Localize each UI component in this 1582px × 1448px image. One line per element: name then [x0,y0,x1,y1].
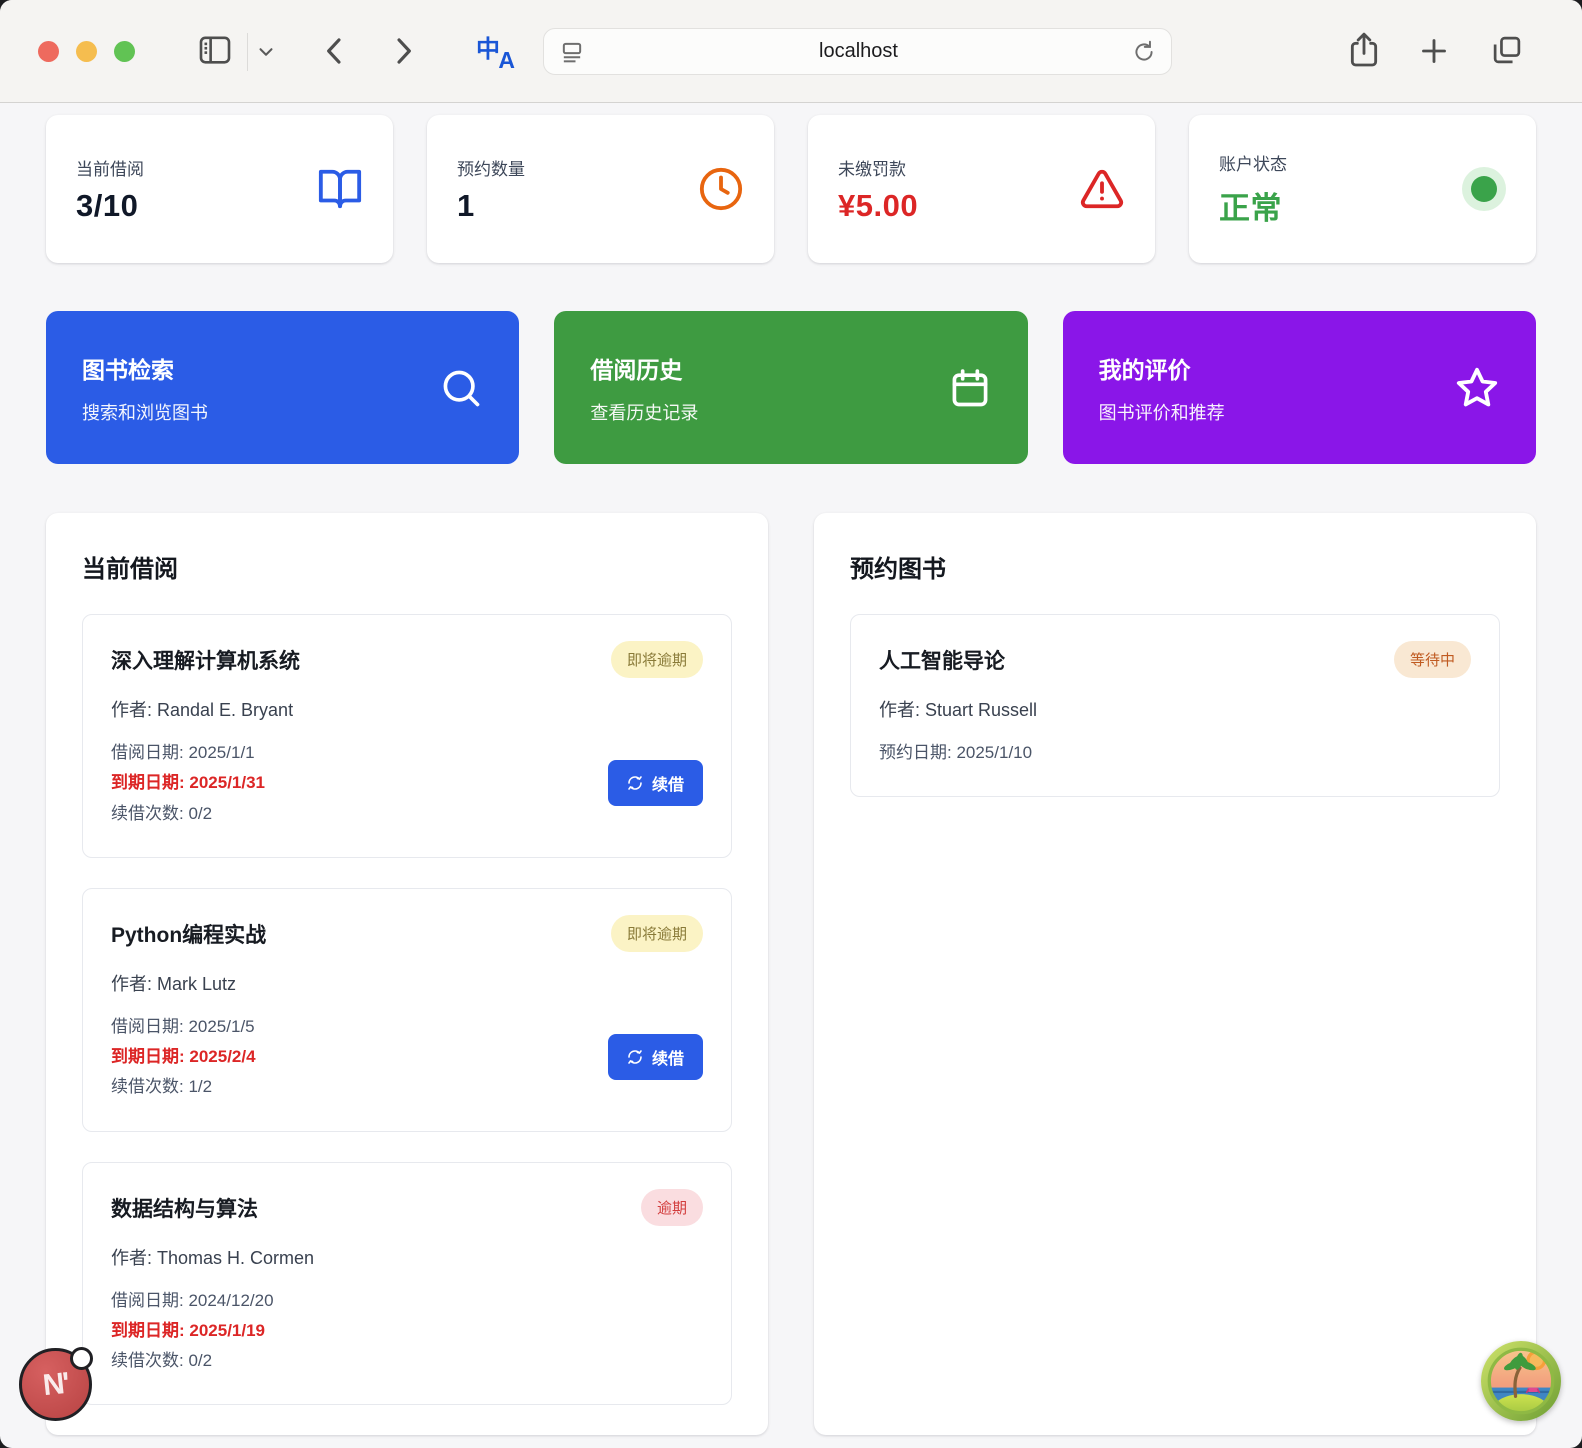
back-button[interactable] [316,32,354,70]
status-badge: 等待中 [1394,641,1471,678]
my-reviews-button[interactable]: 我的评价 图书评价和推荐 [1063,311,1536,464]
action-title: 借阅历史 [590,351,698,385]
share-button[interactable] [1344,30,1384,70]
renew-button[interactable]: 续借 [608,760,703,806]
book-author: 作者: Stuart Russell [879,696,1471,722]
recorder-badge-dot [70,1347,93,1370]
renew-count: 续借次数: 1/2 [111,1072,256,1102]
tropical-island-icon [1486,1346,1556,1416]
renew-button-label: 续借 [652,1045,684,1069]
borrow-date: 借阅日期: 2024/12/20 [111,1286,274,1316]
book-open-icon [317,166,363,212]
book-author: 作者: Thomas H. Cormen [111,1244,703,1270]
stat-card-account-status: 账户状态 正常 [1189,115,1536,263]
chevron-down-icon [255,41,277,63]
book-author: 作者: Randal E. Bryant [111,696,703,722]
action-title: 图书检索 [82,351,208,385]
new-tab-button[interactable] [1416,33,1452,69]
star-icon [1454,365,1500,411]
book-search-button[interactable]: 图书检索 搜索和浏览图书 [46,311,519,464]
borrow-history-button[interactable]: 借阅历史 查看历史记录 [554,311,1027,464]
reserve-date: 预约日期: 2025/1/10 [879,738,1471,768]
book-title: 深入理解计算机系统 [111,641,300,675]
book-title: Python编程实战 [111,915,266,949]
panel-title: 当前借阅 [82,549,732,584]
browser-toolbar: 中A localhost [0,0,1582,103]
reserved-books-panel: 预约图书 人工智能导论 等待中 作者: Stuart Russell 预约日期:… [814,513,1536,1435]
stat-value: ¥5.00 [838,188,918,224]
share-icon [1344,30,1384,70]
book-author: 作者: Mark Lutz [111,970,703,996]
book-title: 人工智能导论 [879,641,1005,675]
sidebar-menu-chevron[interactable] [255,41,277,63]
stat-card-current-borrows: 当前借阅 3/10 [46,115,393,263]
borrowed-book-card: 数据结构与算法 逾期 作者: Thomas H. Cormen 借阅日期: 20… [82,1162,732,1406]
book-title: 数据结构与算法 [111,1189,258,1223]
panels-row: 当前借阅 深入理解计算机系统 即将逾期 作者: Randal E. Bryant… [46,513,1536,1435]
borrow-date: 借阅日期: 2025/1/1 [111,738,265,768]
alert-triangle-icon [1079,166,1125,212]
due-date: 到期日期: 2025/1/31 [111,768,265,798]
stat-label: 当前借阅 [76,155,144,180]
action-subtitle: 搜索和浏览图书 [82,399,208,425]
action-subtitle: 查看历史记录 [590,399,698,425]
calendar-icon [948,366,992,410]
action-subtitle: 图书评价和推荐 [1099,399,1225,425]
status-badge: 即将逾期 [611,641,703,678]
stat-card-unpaid-fines: 未缴罚款 ¥5.00 [808,115,1155,263]
reserved-book-card: 人工智能导论 等待中 作者: Stuart Russell 预约日期: 2025… [850,614,1500,797]
clock-icon [698,166,744,212]
toolbar-divider [247,33,248,71]
url-text[interactable]: localhost [586,40,1131,63]
stat-label: 预约数量 [457,155,525,180]
minimize-window-button[interactable] [76,41,97,62]
island-floating-button[interactable] [1481,1341,1561,1421]
status-badge: 逾期 [641,1189,703,1226]
renew-button-label: 续借 [652,771,684,795]
renew-button[interactable]: 续借 [608,1034,703,1080]
stat-value: 1 [457,188,525,224]
due-date: 到期日期: 2025/1/19 [111,1316,274,1346]
chevron-right-icon [384,32,422,70]
close-window-button[interactable] [38,41,59,62]
chevron-left-icon [316,32,354,70]
borrowed-book-card: 深入理解计算机系统 即将逾期 作者: Randal E. Bryant 借阅日期… [82,614,732,858]
status-badge: 即将逾期 [611,915,703,952]
refresh-icon [627,1049,643,1065]
stat-label: 账户状态 [1219,150,1287,175]
refresh-icon [627,775,643,791]
plus-icon [1416,33,1452,69]
translate-button[interactable]: 中A [476,31,516,71]
stat-label: 未缴罚款 [838,155,918,180]
sidebar-toggle-button[interactable] [194,29,236,71]
renew-count: 续借次数: 0/2 [111,1346,274,1376]
page-content: 当前借阅 3/10 预约数量 1 未缴罚款 ¥5.00 [0,103,1582,1435]
borrow-date: 借阅日期: 2025/1/5 [111,1012,256,1042]
status-dot-icon [1462,167,1506,211]
reload-icon[interactable] [1131,39,1157,65]
stat-value: 3/10 [76,188,144,224]
sidebar-icon [194,29,236,71]
tab-overview-button[interactable] [1488,31,1526,69]
floating-recorder-badge[interactable]: N' [19,1348,92,1421]
browser-window: 中A localhost [0,0,1582,1448]
search-icon [439,366,483,410]
due-date: 到期日期: 2025/2/4 [111,1042,256,1072]
tabs-icon [1488,31,1526,69]
current-borrows-panel: 当前借阅 深入理解计算机系统 即将逾期 作者: Randal E. Bryant… [46,513,768,1435]
stat-card-reservations: 预约数量 1 [427,115,774,263]
renew-count: 续借次数: 0/2 [111,799,265,829]
borrowed-book-card: Python编程实战 即将逾期 作者: Mark Lutz 借阅日期: 2025… [82,888,732,1132]
translate-icon: 中A [476,31,516,71]
forward-button[interactable] [384,32,422,70]
stat-value: 正常 [1219,183,1287,228]
quick-actions-row: 图书检索 搜索和浏览图书 借阅历史 查看历史记录 我的评价 [46,311,1536,464]
stats-row: 当前借阅 3/10 预约数量 1 未缴罚款 ¥5.00 [46,115,1536,263]
action-title: 我的评价 [1099,351,1225,385]
zoom-window-button[interactable] [114,41,135,62]
panel-title: 预约图书 [850,549,1500,584]
address-bar[interactable]: localhost [543,28,1172,75]
reader-view-icon[interactable] [558,38,586,66]
recorder-badge-glyph: N' [41,1366,69,1402]
